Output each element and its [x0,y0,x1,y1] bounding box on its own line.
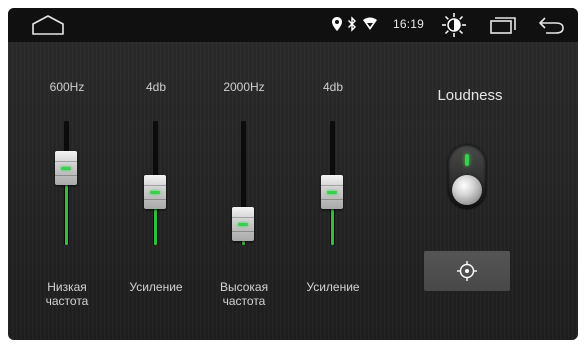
target-icon [457,261,477,281]
band-3-slider-knob[interactable] [232,207,254,241]
band-3-label: Высокая частота [219,280,269,308]
band-4-label: Усиление [306,280,360,294]
equalizer-screen: 16:19 600Hz 4db 2000Hz 4db Низкая частот… [8,8,578,340]
back-icon[interactable] [536,15,566,35]
band-1-slider-knob[interactable] [55,151,77,185]
sound-position-button[interactable] [424,251,510,291]
location-icon [332,17,342,31]
home-icon[interactable] [30,14,66,36]
band-4-slider-fill [331,209,334,245]
loudness-title: Loudness [437,87,503,104]
loudness-toggle[interactable] [448,145,486,209]
wifi-icon [363,17,377,30]
brightness-icon[interactable] [440,11,468,39]
band-1-value: 600Hz [49,80,85,94]
loudness-indicator [465,154,469,166]
band-2-label: Усиление [129,280,183,294]
band-2-slider-knob[interactable] [144,175,166,209]
status-bar: 16:19 [8,8,578,42]
band-1-label: Низкая частота [45,280,89,308]
band-4-value: 4db [322,80,344,94]
band-3-slider-fill [242,241,245,245]
band-2-slider-fill [154,209,157,245]
band-3-value: 2000Hz [223,80,265,94]
band-2-value: 4db [145,80,167,94]
recents-icon[interactable] [489,16,517,34]
clock: 16:19 [393,17,425,31]
loudness-toggle-knob [452,175,482,205]
band-4-slider-knob[interactable] [321,175,343,209]
bluetooth-icon [348,16,356,32]
band-1-slider-fill [65,185,68,245]
